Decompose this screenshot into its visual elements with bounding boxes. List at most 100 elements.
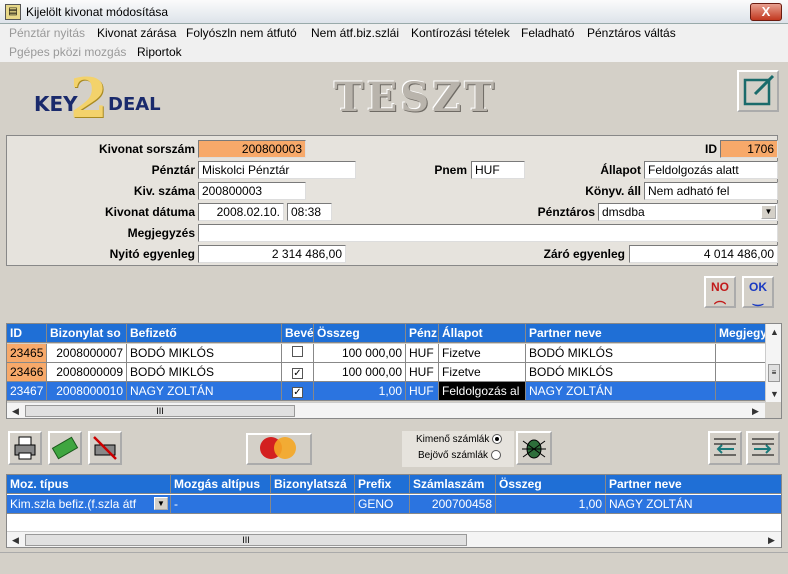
nyito-egyenleg-field[interactable]: 2 314 486,00 — [198, 245, 346, 263]
beve-checkbox[interactable]: ✓ — [292, 368, 303, 379]
menu-riportok[interactable]: Riportok — [137, 45, 182, 59]
ok-button[interactable]: OK ‿ — [742, 276, 774, 308]
bejovo-radio[interactable] — [490, 450, 501, 461]
col-penz[interactable]: Pénz — [406, 324, 439, 343]
print-button[interactable] — [8, 431, 42, 465]
cell-id[interactable]: 23467 — [7, 382, 47, 401]
col-osszeg[interactable]: Összeg — [496, 475, 606, 494]
beve-checkbox[interactable] — [292, 346, 303, 357]
cell-allapot[interactable]: Fizetve — [439, 363, 526, 382]
cell-allapot[interactable]: Feldolgozás al — [439, 382, 526, 401]
horizontal-scrollbar[interactable]: ◀ III ▶ — [7, 402, 765, 418]
no-button[interactable]: NO ︵ — [704, 276, 736, 308]
move-right-button[interactable] — [746, 431, 780, 465]
menu-penztar-nyitas[interactable]: Pénztár nyitás — [9, 26, 85, 40]
cell-megjegyzes[interactable] — [716, 382, 766, 401]
cell-osszeg[interactable]: 100 000,00 — [314, 363, 406, 382]
kimeno-radio[interactable] — [492, 434, 503, 445]
penztaros-select[interactable]: dmsdba ▼ — [598, 203, 778, 221]
scroll-thumb[interactable]: III — [25, 405, 295, 417]
scroll-thumb[interactable]: ≡ — [768, 364, 780, 382]
cell-befizeto[interactable]: BODÓ MIKLÓS — [127, 344, 282, 363]
col-bizonylat[interactable]: Bizonylat so — [47, 324, 127, 343]
bejovo-option[interactable]: Bejövő számlák — [418, 450, 501, 461]
no-print-button[interactable] — [88, 431, 122, 465]
scroll-right-icon[interactable]: ▶ — [747, 403, 764, 418]
horizontal-scrollbar[interactable]: ◀ III ▶ — [7, 531, 781, 547]
cell-partner[interactable]: NAGY ZOLTÁN — [526, 382, 716, 401]
cell-beve[interactable] — [282, 344, 314, 363]
allapot-field[interactable]: Feldolgozás alatt — [644, 161, 778, 179]
col-prefix[interactable]: Prefix — [355, 475, 410, 494]
ido-field[interactable]: 08:38 — [287, 203, 332, 221]
kivonat-sorszam-field[interactable]: 200800003 — [198, 140, 306, 158]
close-button[interactable]: X — [750, 3, 782, 21]
cell-bizonylat[interactable]: 2008000010 — [47, 382, 127, 401]
col-mozgas-altipus[interactable]: Mozgás altípus — [171, 475, 271, 494]
cell-partner[interactable]: BODÓ MIKLÓS — [526, 363, 716, 382]
cell-penz[interactable]: HUF — [406, 382, 439, 401]
edit-button[interactable] — [737, 70, 779, 112]
col-id[interactable]: ID — [7, 324, 47, 343]
move-left-button[interactable] — [708, 431, 742, 465]
money-button[interactable] — [48, 431, 82, 465]
menu-feladhato[interactable]: Feladható — [521, 26, 574, 40]
cell-mozgas-altipus[interactable]: - — [171, 495, 271, 514]
cell-befizeto[interactable]: BODÓ MIKLÓS — [127, 363, 282, 382]
vertical-scrollbar[interactable]: ▲ ≡ ▼ — [765, 324, 781, 403]
scroll-down-icon[interactable]: ▼ — [766, 386, 781, 403]
menu-kivonat-zarasa[interactable]: Kivonat zárása — [97, 26, 176, 40]
scroll-up-icon[interactable]: ▲ — [766, 324, 781, 341]
cell-osszeg[interactable]: 1,00 — [496, 495, 606, 514]
cell-penz[interactable]: HUF — [406, 344, 439, 363]
cell-szamlaszam[interactable]: 200700458 — [410, 495, 496, 514]
col-allapot[interactable]: Állapot — [439, 324, 526, 343]
cell-bizonylat[interactable]: 2008000009 — [47, 363, 127, 382]
col-osszeg[interactable]: Összeg — [314, 324, 406, 343]
cell-partner[interactable]: NAGY ZOLTÁN — [606, 495, 781, 514]
scroll-left-icon[interactable]: ◀ — [7, 532, 24, 547]
zaro-egyenleg-field[interactable]: 4 014 486,00 — [629, 245, 778, 263]
col-befizeto[interactable]: Befizető — [127, 324, 282, 343]
col-megjegyzes[interactable]: Megjegy — [716, 324, 766, 343]
scroll-thumb[interactable]: III — [25, 534, 467, 546]
cell-beve[interactable]: ✓ — [282, 363, 314, 382]
cell-megjegyzes[interactable] — [716, 344, 766, 363]
menu-pgepes[interactable]: Pgépes pközi mozgás — [9, 45, 126, 59]
cell-id[interactable]: 23466 — [7, 363, 47, 382]
cell-osszeg[interactable]: 1,00 — [314, 382, 406, 401]
cell-penz[interactable]: HUF — [406, 363, 439, 382]
cell-moz-tipus[interactable]: Kim.szla befiz.(f.szla átf ▼ — [7, 495, 171, 514]
kimeno-option[interactable]: Kimenő számlák — [416, 434, 503, 445]
cell-osszeg[interactable]: 100 000,00 — [314, 344, 406, 363]
pnem-field[interactable]: HUF — [471, 161, 525, 179]
bug-button[interactable] — [516, 431, 552, 465]
penztar-field[interactable]: Miskolci Pénztár — [198, 161, 356, 179]
cell-megjegyzes[interactable] — [716, 363, 766, 382]
menu-folyoszln[interactable]: Folyószln nem átfutó — [186, 26, 297, 40]
card-button[interactable] — [246, 433, 312, 465]
menu-kontirozasi[interactable]: Kontírozási tételek — [411, 26, 510, 40]
scroll-right-icon[interactable]: ▶ — [763, 532, 780, 547]
cell-bizonylat[interactable]: 2008000007 — [47, 344, 127, 363]
id-field[interactable]: 1706 — [720, 140, 778, 158]
konyv-all-field[interactable]: Nem adható fel — [644, 182, 778, 200]
cell-partner[interactable]: BODÓ MIKLÓS — [526, 344, 716, 363]
scroll-left-icon[interactable]: ◀ — [7, 403, 24, 418]
col-partner[interactable]: Partner neve — [606, 475, 781, 494]
cell-allapot[interactable]: Fizetve — [439, 344, 526, 363]
cell-befizeto[interactable]: NAGY ZOLTÁN — [127, 382, 282, 401]
cell-id[interactable]: 23465 — [7, 344, 47, 363]
col-szamlaszam[interactable]: Számlaszám — [410, 475, 496, 494]
col-partner[interactable]: Partner neve — [526, 324, 716, 343]
cell-prefix[interactable]: GENO — [355, 495, 410, 514]
datum-field[interactable]: 2008.02.10. — [198, 203, 284, 221]
cell-bizonylatszam[interactable] — [271, 495, 355, 514]
col-moz-tipus[interactable]: Moz. típus — [7, 475, 171, 494]
col-beve[interactable]: Bevé — [282, 324, 314, 343]
menu-penztaros-valtas[interactable]: Pénztáros váltás — [587, 26, 676, 40]
col-bizonylatszam[interactable]: Bizonylatszá — [271, 475, 355, 494]
chevron-down-icon[interactable]: ▼ — [154, 497, 168, 510]
megjegyzes-field[interactable] — [198, 224, 778, 242]
kiv-szama-field[interactable]: 200800003 — [198, 182, 306, 200]
